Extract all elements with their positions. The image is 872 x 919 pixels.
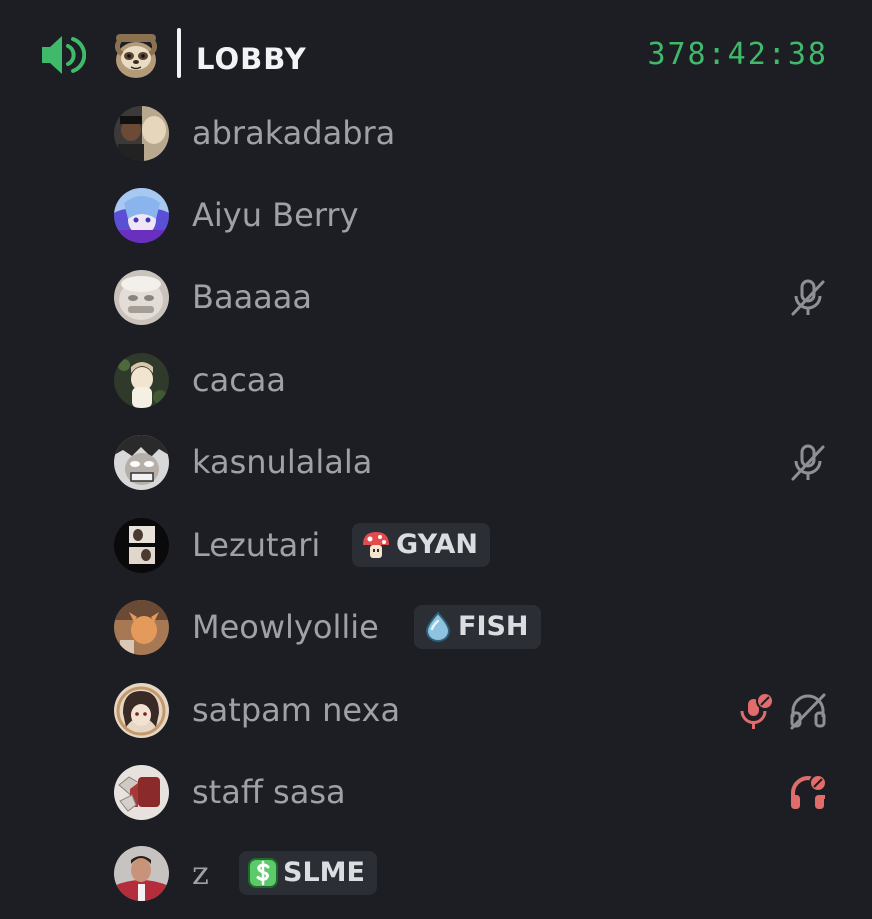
avatar [114, 188, 169, 243]
avatar [114, 353, 169, 408]
sloth-emoji-icon [114, 34, 158, 78]
channel-name: LOBBY [196, 42, 307, 76]
voice-member[interactable]: Baaaaa [0, 262, 872, 332]
voice-member[interactable]: Meowlyollie FISH [0, 592, 872, 662]
server-muted-icon [740, 692, 774, 729]
voice-member[interactable]: abrakadabra [0, 98, 872, 168]
mushroom-icon [363, 532, 389, 558]
avatar [114, 106, 169, 161]
member-name: Aiyu Berry [192, 196, 359, 234]
avatar [114, 683, 169, 738]
member-name: staff sasa [192, 773, 346, 811]
voice-member[interactable]: Lezutari GYAN [0, 510, 872, 580]
member-name: Meowlyollie [192, 608, 379, 646]
avatar [114, 765, 169, 820]
speaker-volume-icon [42, 36, 86, 74]
member-name: abrakadabra [192, 114, 396, 152]
server-tag-label: SLME [283, 857, 365, 888]
server-deafened-icon [791, 774, 827, 809]
server-tag-label: GYAN [396, 529, 479, 560]
headphones-deafened-icon [790, 693, 826, 730]
avatar [114, 600, 169, 655]
server-tag-label: FISH [458, 611, 529, 642]
member-name: Lezutari [192, 526, 321, 564]
member-name: z [192, 854, 209, 892]
mic-muted-icon [791, 444, 825, 481]
member-name: Baaaaa [192, 278, 312, 316]
voice-member[interactable]: satpam nexa [0, 675, 872, 745]
voice-channel-panel: LOBBY 378:42:38 abrakadabra Aiyu Berry B… [0, 0, 872, 919]
mic-muted-icon [791, 279, 825, 316]
avatar [114, 518, 169, 573]
server-tag[interactable]: GYAN [352, 523, 491, 567]
server-tag[interactable]: SLME [239, 851, 377, 895]
voice-channel-row[interactable]: LOBBY 378:42:38 [0, 24, 872, 86]
channel-divider [177, 28, 181, 78]
avatar [114, 270, 169, 325]
voice-member[interactable]: kasnulalala [0, 427, 872, 497]
member-name: satpam nexa [192, 691, 401, 729]
server-tag[interactable]: FISH [414, 605, 541, 649]
water-drop-icon [425, 611, 451, 642]
voice-member[interactable]: cacaa [0, 345, 872, 415]
member-name: kasnulalala [192, 443, 373, 481]
voice-member[interactable]: Aiyu Berry [0, 180, 872, 250]
voice-member[interactable]: staff sasa [0, 757, 872, 827]
voice-member[interactable]: z SLME [0, 838, 872, 908]
dollar-icon [248, 858, 278, 888]
avatar [114, 846, 169, 901]
avatar [114, 435, 169, 490]
call-duration-timer: 378:42:38 [647, 37, 828, 72]
member-name: cacaa [192, 361, 287, 399]
